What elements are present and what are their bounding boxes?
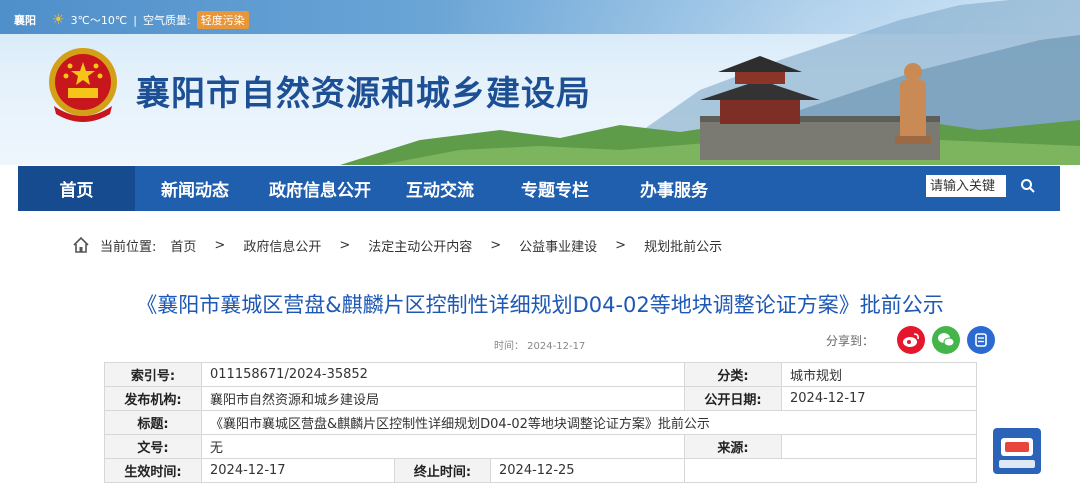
breadcrumb-gov-info[interactable]: 政府信息公开: [243, 236, 321, 255]
title-value: 《襄阳市襄城区营盘&麒麟片区控制性详细规划D04-02等地块调整论证方案》批前公…: [200, 410, 978, 435]
end-value: 2024-12-25: [489, 458, 686, 483]
nav-news[interactable]: 新闻动态: [135, 166, 255, 211]
breadcrumb-separator: >: [214, 237, 226, 253]
search-icon: [1021, 179, 1035, 193]
article-title: 《襄阳市襄城区营盘&麒麟片区控制性详细规划D04-02等地块调整论证方案》批前公…: [136, 293, 944, 317]
empty-cell: [684, 458, 978, 483]
breadcrumb-planning[interactable]: 规划批前公示: [644, 236, 722, 255]
docno-value: 无: [200, 434, 686, 459]
table-row: 索引号: 011158671/2024-35852 分类: 城市规划: [104, 362, 978, 387]
nav-services[interactable]: 办事服务: [615, 166, 733, 211]
search-button[interactable]: [1006, 175, 1050, 197]
publish-time: 时间： 2024-12-17: [494, 341, 586, 352]
weather-bar: 襄阳 ☀ 3℃～10℃ | 空气质量: 轻度污染: [14, 10, 249, 30]
title-label: 标题:: [104, 410, 202, 435]
index-label: 索引号:: [104, 362, 202, 387]
air-quality-badge: 轻度污染: [196, 11, 249, 29]
docno-label: 文号:: [104, 434, 202, 459]
table-row: 标题: 《襄阳市襄城区营盘&麒麟片区控制性详细规划D04-02等地块调整论证方案…: [104, 410, 978, 435]
home-icon: [73, 236, 89, 253]
breadcrumb-public-welfare[interactable]: 公益事业建设: [519, 236, 597, 255]
weibo-share-icon[interactable]: [897, 326, 926, 354]
air-quality-label: 空气质量:: [142, 14, 191, 27]
separator: |: [133, 13, 137, 27]
info-table: 索引号: 011158671/2024-35852 分类: 城市规划 发布机构:…: [104, 362, 978, 483]
city-name: 襄阳: [14, 14, 36, 27]
effective-value: 2024-12-17: [201, 458, 395, 483]
breadcrumb-home[interactable]: 首页: [170, 236, 196, 255]
share-bar: 分享到：: [826, 326, 996, 354]
publisher-label: 发布机构:: [104, 386, 202, 411]
breadcrumb-label: 当前位置:: [100, 239, 157, 255]
breadcrumb: 当前位置: 首页 > 政府信息公开 > 法定主动公开内容 > 公益事业建设 > …: [72, 234, 722, 256]
sun-cloud-icon: ☀: [52, 12, 65, 28]
date-value: 2024-12-17: [781, 386, 978, 411]
table-row: 文号: 无 来源:: [104, 434, 978, 459]
page: 襄阳 ☀ 3℃～10℃ | 空气质量: 轻度污染 襄阳市自然资源和城乡建设局 首…: [0, 0, 1080, 499]
search-input[interactable]: [926, 175, 1006, 197]
national-emblem-icon: [49, 48, 117, 122]
nav-gov-info[interactable]: 政府信息公开: [255, 166, 385, 211]
share-more-icon[interactable]: [967, 326, 996, 354]
wechat-share-icon[interactable]: [932, 326, 961, 354]
source-label: 来源:: [684, 434, 783, 459]
breadcrumb-statutory[interactable]: 法定主动公开内容: [368, 236, 472, 255]
publisher-value: 襄阳市自然资源和城乡建设局: [200, 386, 686, 411]
source-value: [781, 434, 978, 459]
site-title: 襄阳市自然资源和城乡建设局: [136, 74, 591, 114]
breadcrumb-separator: >: [615, 237, 627, 253]
category-label: 分类:: [684, 362, 783, 387]
breadcrumb-separator: >: [339, 237, 351, 253]
nav-home[interactable]: 首页: [18, 166, 135, 211]
share-label: 分享到：: [826, 333, 875, 348]
table-row: 生效时间: 2024-12-17 终止时间: 2024-12-25: [104, 458, 978, 483]
index-value: 011158671/2024-35852: [200, 362, 686, 387]
temperature: 3℃～10℃: [70, 14, 128, 27]
effective-label: 生效时间:: [104, 458, 202, 483]
breadcrumb-separator: >: [490, 237, 502, 253]
search-box: [926, 175, 1050, 197]
category-value: 城市规划: [781, 362, 978, 387]
end-label: 终止时间:: [394, 458, 491, 483]
nav-interaction[interactable]: 互动交流: [385, 166, 495, 211]
main-nav: 首页 新闻动态 政府信息公开 互动交流 专题专栏 办事服务: [18, 166, 1060, 211]
date-label: 公开日期:: [684, 386, 783, 411]
table-row: 发布机构: 襄阳市自然资源和城乡建设局 公开日期: 2024-12-17: [104, 386, 978, 411]
nav-special-topics[interactable]: 专题专栏: [495, 166, 615, 211]
floating-app-icon[interactable]: [993, 428, 1041, 474]
header-banner: 襄阳 ☀ 3℃～10℃ | 空气质量: 轻度污染 襄阳市自然资源和城乡建设局: [0, 0, 1080, 165]
